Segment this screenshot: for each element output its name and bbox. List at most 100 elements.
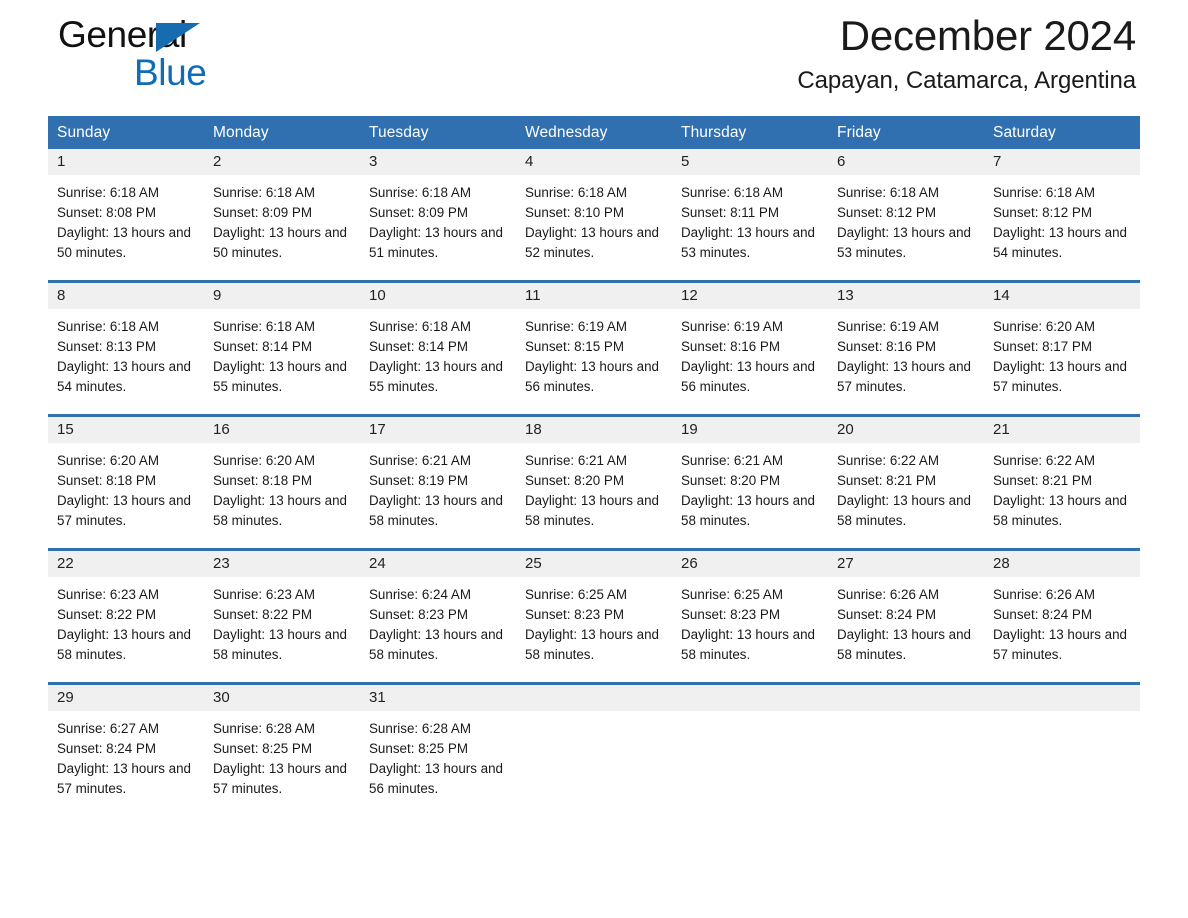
sunrise-text: Sunrise: 6:21 AM — [681, 453, 783, 468]
day-number[interactable]: 19 — [672, 417, 828, 443]
day-number[interactable]: 9 — [204, 283, 360, 309]
day-number[interactable]: 23 — [204, 551, 360, 577]
day-number[interactable]: 24 — [360, 551, 516, 577]
day-number[interactable]: 22 — [48, 551, 204, 577]
day-number[interactable]: 27 — [828, 551, 984, 577]
day-cell[interactable]: Sunrise: 6:21 AM Sunset: 8:19 PM Daylight:… — [360, 443, 516, 537]
day-cell[interactable]: Sunrise: 6:18 AM Sunset: 8:14 PM Daylight:… — [204, 309, 360, 403]
logo-triangle-icon — [156, 23, 200, 52]
day-cell[interactable]: Sunrise: 6:21 AM Sunset: 8:20 PM Daylight:… — [516, 443, 672, 537]
day-cell[interactable]: Sunrise: 6:25 AM Sunset: 8:23 PM Daylight:… — [516, 577, 672, 671]
day-number[interactable]: 6 — [828, 149, 984, 175]
day-cell[interactable]: Sunrise: 6:19 AM Sunset: 8:16 PM Daylight:… — [828, 309, 984, 403]
sunrise-text: Sunrise: 6:26 AM — [993, 587, 1095, 602]
day-number[interactable]: 25 — [516, 551, 672, 577]
calendar-week-row: 1 2 3 4 5 6 7 Sunrise: 6:18 AM Sunset: 8:08 PM Da… — [48, 149, 1140, 269]
day-cell[interactable]: Sunrise: 6:26 AM Sunset: 8:24 PM Daylight:… — [828, 577, 984, 671]
day-number[interactable]: 28 — [984, 551, 1140, 577]
day-number[interactable]: 12 — [672, 283, 828, 309]
day-cell[interactable]: Sunrise: 6:22 AM Sunset: 8:21 PM Daylight:… — [828, 443, 984, 537]
day-cell[interactable]: Sunrise: 6:27 AM Sunset: 8:24 PM Daylight:… — [48, 711, 204, 805]
daylight-text: Daylight: 13 hours and 58 minutes. — [369, 627, 503, 662]
day-cell[interactable]: Sunrise: 6:23 AM Sunset: 8:22 PM Daylight:… — [48, 577, 204, 671]
sunset-text: Sunset: 8:19 PM — [369, 473, 468, 488]
day-cell[interactable]: Sunrise: 6:26 AM Sunset: 8:24 PM Daylight:… — [984, 577, 1140, 671]
day-number[interactable]: 8 — [48, 283, 204, 309]
day-cell[interactable]: Sunrise: 6:18 AM Sunset: 8:12 PM Daylight:… — [828, 175, 984, 269]
day-cell[interactable]: Sunrise: 6:18 AM Sunset: 8:11 PM Daylight:… — [672, 175, 828, 269]
daylight-text: Daylight: 13 hours and 57 minutes. — [993, 359, 1127, 394]
day-number-empty — [828, 685, 984, 711]
day-cell[interactable]: Sunrise: 6:18 AM Sunset: 8:09 PM Daylight:… — [204, 175, 360, 269]
week-date-band: 1234567 — [48, 149, 1140, 175]
day-number-empty — [516, 685, 672, 711]
day-number[interactable]: 13 — [828, 283, 984, 309]
day-cell[interactable]: Sunrise: 6:19 AM Sunset: 8:15 PM Daylight:… — [516, 309, 672, 403]
day-number[interactable]: 14 — [984, 283, 1140, 309]
sunset-text: Sunset: 8:24 PM — [993, 607, 1092, 622]
week-date-band: 8 9 10 11 12 13 14 — [48, 283, 1140, 309]
daylight-text: Daylight: 13 hours and 57 minutes. — [57, 493, 191, 528]
day-number[interactable]: 17 — [360, 417, 516, 443]
daylight-text: Daylight: 13 hours and 58 minutes. — [993, 493, 1127, 528]
day-number[interactable]: 31 — [360, 685, 516, 711]
day-cell[interactable]: Sunrise: 6:18 AM Sunset: 8:13 PM Daylight:… — [48, 309, 204, 403]
sunrise-text: Sunrise: 6:20 AM — [993, 319, 1095, 334]
sunrise-text: Sunrise: 6:22 AM — [837, 453, 939, 468]
weekday-label-wednesday: Wednesday — [525, 124, 608, 141]
day-cell-empty — [984, 711, 1140, 805]
calendar-week-row: 15 16 17 18 19 20 21 Sunrise: 6:20 AM Sunset: 8:… — [48, 414, 1140, 537]
day-number[interactable]: 5 — [672, 149, 828, 175]
week-detail-band: Sunrise: 6:18 AM Sunset: 8:13 PM Daylight:… — [48, 309, 1140, 403]
daylight-text: Daylight: 13 hours and 56 minutes. — [681, 359, 815, 394]
day-cell[interactable]: Sunrise: 6:18 AM Sunset: 8:12 PM Daylight:… — [984, 175, 1140, 269]
calendar-page: General Blue December 2024 Capayan, Cata… — [0, 0, 1188, 918]
day-number[interactable]: 29 — [48, 685, 204, 711]
day-cell[interactable]: Sunrise: 6:19 AM Sunset: 8:16 PM Daylight:… — [672, 309, 828, 403]
day-number[interactable]: 1 — [48, 149, 204, 175]
day-number[interactable]: 30 — [204, 685, 360, 711]
day-cell[interactable]: Sunrise: 6:28 AM Sunset: 8:25 PM Daylight:… — [204, 711, 360, 805]
day-cell[interactable]: Sunrise: 6:22 AM Sunset: 8:21 PM Daylight:… — [984, 443, 1140, 537]
sunrise-text: Sunrise: 6:21 AM — [369, 453, 471, 468]
day-number[interactable]: 15 — [48, 417, 204, 443]
day-number[interactable]: 7 — [984, 149, 1140, 175]
day-cell[interactable]: Sunrise: 6:18 AM Sunset: 8:08 PM Daylight:… — [48, 175, 204, 269]
day-cell[interactable]: Sunrise: 6:24 AM Sunset: 8:23 PM Daylight:… — [360, 577, 516, 671]
daylight-text: Daylight: 13 hours and 54 minutes. — [57, 359, 191, 394]
day-cell[interactable]: Sunrise: 6:18 AM Sunset: 8:09 PM Daylight:… — [360, 175, 516, 269]
day-number[interactable]: 21 — [984, 417, 1140, 443]
day-number[interactable]: 2 — [204, 149, 360, 175]
daylight-text: Daylight: 13 hours and 57 minutes. — [57, 761, 191, 796]
daylight-text: Daylight: 13 hours and 54 minutes. — [993, 225, 1127, 260]
week-detail-band: Sunrise: 6:27 AM Sunset: 8:24 PM Daylight:… — [48, 711, 1140, 805]
day-cell[interactable]: Sunrise: 6:20 AM Sunset: 8:18 PM Daylight:… — [204, 443, 360, 537]
day-number[interactable]: 10 — [360, 283, 516, 309]
day-cell-empty — [672, 711, 828, 805]
week-date-band: 22 23 24 25 26 27 28 — [48, 551, 1140, 577]
sunset-text: Sunset: 8:24 PM — [837, 607, 936, 622]
sunset-text: Sunset: 8:13 PM — [57, 339, 156, 354]
weekday-label-monday: Monday — [213, 124, 269, 141]
day-cell[interactable]: Sunrise: 6:28 AM Sunset: 8:25 PM Daylight:… — [360, 711, 516, 805]
day-number[interactable]: 16 — [204, 417, 360, 443]
day-number[interactable]: 18 — [516, 417, 672, 443]
day-cell[interactable]: Sunrise: 6:18 AM Sunset: 8:14 PM Daylight:… — [360, 309, 516, 403]
week-detail-band: Sunrise: 6:20 AM Sunset: 8:18 PM Daylight:… — [48, 443, 1140, 537]
day-cell[interactable]: Sunrise: 6:21 AM Sunset: 8:20 PM Daylight:… — [672, 443, 828, 537]
day-cell[interactable]: Sunrise: 6:18 AM Sunset: 8:10 PM Daylight:… — [516, 175, 672, 269]
day-number[interactable]: 4 — [516, 149, 672, 175]
day-cell-empty — [516, 711, 672, 805]
week-detail-band: Sunrise: 6:18 AM Sunset: 8:08 PM Daylight:… — [48, 175, 1140, 269]
day-cell[interactable]: Sunrise: 6:20 AM Sunset: 8:18 PM Daylight:… — [48, 443, 204, 537]
day-number[interactable]: 3 — [360, 149, 516, 175]
day-number[interactable]: 20 — [828, 417, 984, 443]
daylight-text: Daylight: 13 hours and 56 minutes. — [525, 359, 659, 394]
day-cell[interactable]: Sunrise: 6:25 AM Sunset: 8:23 PM Daylight:… — [672, 577, 828, 671]
daylight-text: Daylight: 13 hours and 58 minutes. — [837, 627, 971, 662]
day-cell[interactable]: Sunrise: 6:23 AM Sunset: 8:22 PM Daylight:… — [204, 577, 360, 671]
day-cell[interactable]: Sunrise: 6:20 AM Sunset: 8:17 PM Daylight:… — [984, 309, 1140, 403]
day-number[interactable]: 26 — [672, 551, 828, 577]
sunrise-text: Sunrise: 6:26 AM — [837, 587, 939, 602]
day-number[interactable]: 11 — [516, 283, 672, 309]
